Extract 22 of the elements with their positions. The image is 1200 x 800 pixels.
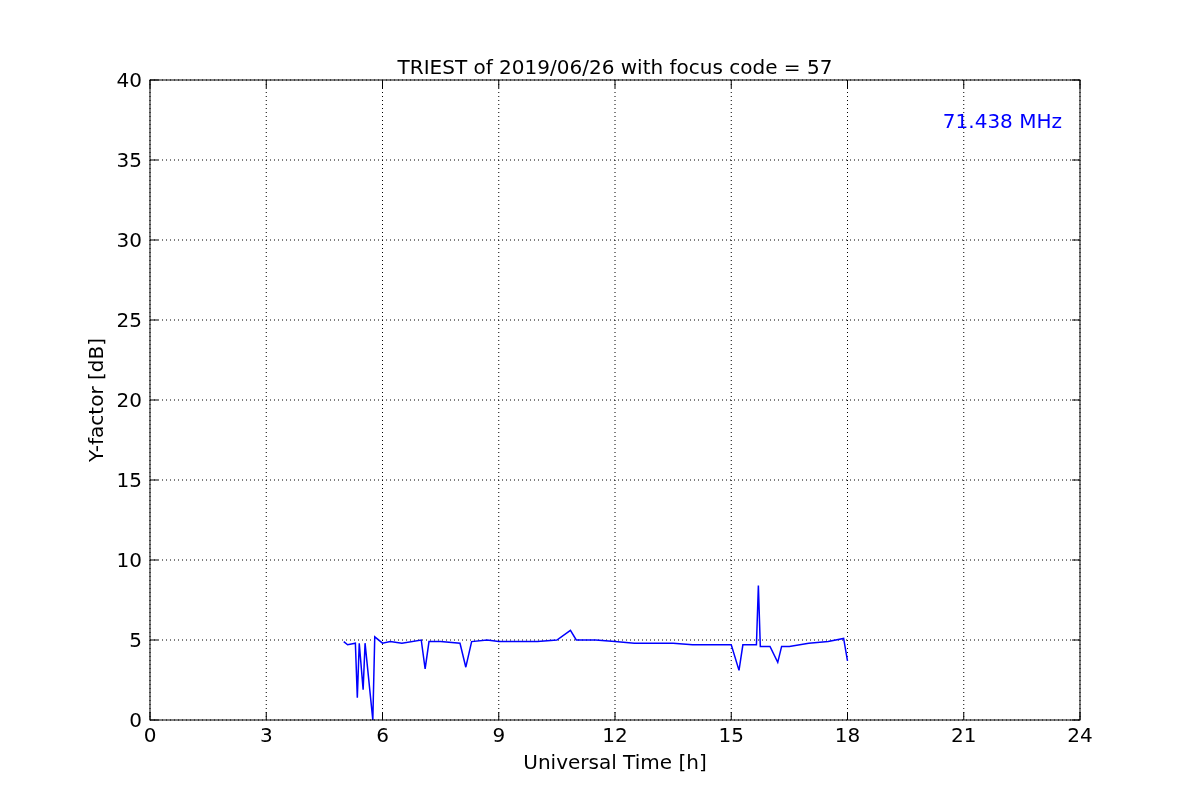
x-tick-label: 24 xyxy=(1067,723,1093,747)
y-tick-label: 30 xyxy=(116,228,142,252)
x-tick-label: 15 xyxy=(718,723,744,747)
frequency-annotation: 71.438 MHz xyxy=(942,109,1062,133)
y-tick-label: 20 xyxy=(116,388,142,412)
x-tick-label: 12 xyxy=(602,723,628,747)
y-tick-label: 25 xyxy=(116,308,142,332)
chart-title: TRIEST of 2019/06/26 with focus code = 57 xyxy=(397,55,833,79)
y-tick-label: 15 xyxy=(116,468,142,492)
x-tick-label: 0 xyxy=(143,723,157,747)
y-tick-label: 5 xyxy=(129,628,142,652)
x-tick-label: 3 xyxy=(259,723,273,747)
y-tick-label: 35 xyxy=(116,148,142,172)
x-axis-label: Universal Time [h] xyxy=(523,750,707,774)
x-tick-label: 9 xyxy=(492,723,506,747)
y-tick-label: 40 xyxy=(116,68,142,92)
x-tick-label: 18 xyxy=(834,723,861,747)
x-tick-label: 6 xyxy=(376,723,389,747)
y-axis-label: Y-factor [dB] xyxy=(84,338,108,462)
y-tick-label: 10 xyxy=(116,548,142,572)
x-tick-label: 21 xyxy=(951,723,977,747)
y-tick-label: 0 xyxy=(129,708,142,732)
